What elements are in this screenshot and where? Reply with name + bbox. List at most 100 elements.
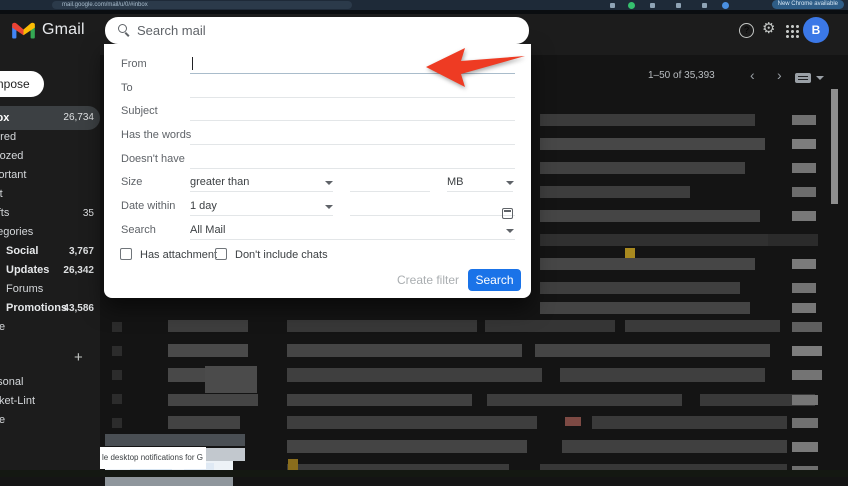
sidebar-item-label: Inbox	[0, 106, 9, 130]
redacted-content-block	[168, 416, 240, 429]
has-words-label: Has the words	[121, 129, 191, 141]
redacted-content-block	[831, 89, 838, 204]
redacted-content-block	[792, 139, 816, 149]
create-filter-button[interactable]: Create filter	[396, 269, 460, 291]
redacted-content-block	[792, 346, 822, 356]
redacted-content-block	[205, 366, 257, 393]
search-magnifier-icon[interactable]	[118, 24, 127, 33]
doesnt-have-field[interactable]	[190, 168, 515, 169]
sidebar-item-drafts[interactable]: Drafts35	[0, 204, 100, 223]
redacted-content-block	[560, 368, 765, 382]
search-bar[interactable]: Search mail	[105, 17, 529, 44]
sidebar-item-categories[interactable]: Categories	[0, 223, 100, 242]
browser-profile-avatar[interactable]	[722, 2, 729, 9]
bookmark-icon[interactable]	[610, 3, 615, 8]
size-value-field[interactable]	[350, 191, 430, 192]
redacted-content-block	[792, 370, 822, 380]
redacted-content-block	[792, 259, 816, 269]
date-range-underline	[190, 215, 333, 216]
chrome-update-button[interactable]: New Chrome available	[772, 0, 844, 9]
extensions-icon[interactable]	[702, 3, 707, 8]
pagination-counter: 1–50 of 35,393	[648, 70, 715, 81]
sidebar-item-updates[interactable]: Updates26,342	[0, 261, 100, 280]
sidebar-toggle-icon[interactable]	[650, 3, 655, 8]
sidebar-item-count: 43,586	[63, 299, 94, 318]
redacted-content-block	[625, 248, 635, 258]
sidebar-item-starred[interactable]: Starred	[0, 128, 100, 147]
redacted-content-block	[792, 395, 818, 405]
redacted-content-block	[792, 303, 816, 313]
gmail-logo[interactable]: Gmail	[12, 21, 85, 39]
redacted-content-block	[792, 442, 818, 452]
date-range-caret-icon[interactable]	[325, 205, 333, 209]
sidebar-item-forums[interactable]: Forums	[0, 280, 100, 299]
has-attachment-label: Has attachment	[140, 249, 217, 261]
sidebar-label-text: Personal	[0, 373, 23, 392]
date-range-select[interactable]: 1 day	[190, 200, 217, 212]
sidebar-item-inbox[interactable]: Inbox26,734	[0, 106, 100, 130]
no-chats-checkbox[interactable]	[215, 248, 227, 260]
redacted-content-block	[105, 477, 233, 486]
size-operator-underline	[190, 191, 333, 192]
google-apps-grid-icon[interactable]	[785, 24, 799, 38]
redacted-content-block	[592, 416, 787, 429]
sidebar-item-label: Drafts	[0, 204, 9, 223]
sidebar-item-more[interactable]: More	[0, 318, 100, 337]
size-unit-select[interactable]: MB	[447, 176, 464, 188]
redacted-content-block	[287, 344, 522, 357]
search-input[interactable]: Search mail	[137, 17, 206, 44]
newer-page-chevron-icon[interactable]: ‹	[750, 67, 755, 83]
size-operator-caret-icon[interactable]	[325, 181, 333, 185]
redacted-content-block	[625, 320, 780, 332]
desktop-notifications-banner[interactable]: le desktop notifications for G	[100, 447, 206, 469]
size-unit-caret-icon[interactable]	[506, 181, 514, 185]
help-icon[interactable]: ?	[739, 23, 754, 38]
settings-gear-icon[interactable]: ⚙	[762, 19, 775, 37]
sidebar-item-snoozed[interactable]: Snoozed	[0, 147, 100, 166]
to-field[interactable]	[190, 97, 515, 98]
sidebar-item-sent[interactable]: Sent	[0, 185, 100, 204]
sidebar-item-count: 3,767	[69, 242, 94, 261]
search-scope-label: Search	[121, 224, 156, 236]
search-scope-caret-icon[interactable]	[506, 229, 514, 233]
redacted-content-block	[112, 346, 122, 356]
sidebar-label-pocket-lint[interactable]: Pocket-Lint	[0, 392, 100, 411]
search-submit-button[interactable]: Search	[468, 269, 521, 291]
compose-button[interactable]: Compose	[0, 71, 44, 97]
sidebar-label-more[interactable]: More	[0, 411, 100, 430]
address-bar[interactable]: mail.google.com/mail/u/0/#inbox	[52, 1, 352, 9]
redacted-content-block	[105, 434, 245, 446]
size-operator-select[interactable]: greater than	[190, 176, 249, 188]
from-label: From	[121, 58, 147, 70]
older-page-chevron-icon[interactable]: ›	[777, 67, 782, 83]
sidebar-item-promotions[interactable]: Promotions43,586	[0, 299, 100, 318]
redacted-content-block	[565, 417, 581, 426]
redacted-content-block	[540, 234, 770, 246]
screenshot-root: { "browser": { "url": "mail.google.com/m…	[0, 0, 848, 477]
annotation-arrow	[419, 46, 529, 90]
redacted-content-block	[112, 418, 122, 428]
window-divider	[0, 10, 848, 14]
search-scope-underline	[190, 239, 515, 240]
input-tools-caret-icon[interactable]	[816, 76, 824, 80]
account-avatar[interactable]: B	[803, 17, 829, 43]
date-field[interactable]	[350, 215, 515, 216]
subject-field[interactable]	[190, 120, 515, 121]
redacted-content-block	[168, 344, 248, 357]
downloads-icon[interactable]	[676, 3, 681, 8]
add-label-plus-icon[interactable]: +	[74, 349, 83, 366]
date-within-label: Date within	[121, 200, 175, 212]
sidebar-item-social[interactable]: Social3,767	[0, 242, 100, 261]
sidebar-label-personal[interactable]: Personal	[0, 373, 100, 392]
input-tools-keyboard-icon[interactable]	[795, 73, 811, 83]
has-attachment-checkbox[interactable]	[120, 248, 132, 260]
extension-icon[interactable]	[628, 2, 635, 9]
has-words-field[interactable]	[190, 144, 515, 145]
calendar-icon[interactable]	[502, 208, 513, 219]
doesnt-have-label: Doesn't have	[121, 153, 185, 165]
search-scope-select[interactable]: All Mail	[190, 224, 225, 236]
sidebar-item-label: Categories	[0, 223, 33, 242]
sidebar-item-label: More	[0, 318, 5, 337]
sidebar-item-important[interactable]: Important	[0, 166, 100, 185]
redacted-content-block	[540, 282, 740, 294]
